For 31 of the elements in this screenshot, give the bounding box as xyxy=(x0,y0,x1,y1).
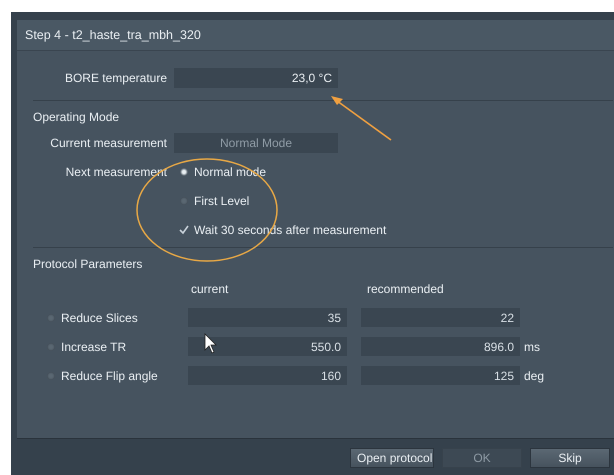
dialog-button[interactable]: Open protocol xyxy=(350,448,434,468)
radio-button[interactable] xyxy=(180,168,188,176)
radio-button[interactable] xyxy=(47,342,55,350)
radio-label[interactable]: Reduce Slices xyxy=(61,310,138,324)
field-label: BORE temperature xyxy=(64,70,168,84)
current-value-field: 35 xyxy=(188,308,347,327)
window-title: Step 4 - t2_haste_tra_mbh_320 xyxy=(25,28,201,42)
mode-field: Normal Mode xyxy=(174,132,338,152)
section-heading: Protocol Parameters xyxy=(33,256,144,273)
section-heading: Operating Mode xyxy=(33,109,120,126)
field-label: Current measurement xyxy=(49,136,168,150)
recommended-value-field: 125 xyxy=(361,366,520,385)
annotation-arrow xyxy=(331,96,392,141)
current-value-field: 160 xyxy=(188,366,347,385)
current-value-field: 550.0 xyxy=(188,337,347,356)
radio-label[interactable]: Increase TR xyxy=(61,340,126,354)
radio-label[interactable]: Reduce Flip angle xyxy=(61,368,158,382)
recommended-value-field: 22 xyxy=(361,308,520,327)
recommended-value-field: 896.0 xyxy=(361,337,520,356)
radio-button[interactable] xyxy=(47,314,55,322)
checkbox[interactable] xyxy=(179,224,189,234)
temperature-field: 23,0 °C xyxy=(174,68,338,88)
dialog-button[interactable]: Skip xyxy=(530,448,610,468)
cursor-icon xyxy=(204,333,217,354)
column-header: current xyxy=(190,282,230,296)
radio-button[interactable] xyxy=(180,196,188,204)
radio-button[interactable] xyxy=(47,372,55,380)
column-header: recommended xyxy=(366,282,445,296)
radio-label[interactable]: First Level xyxy=(194,194,250,208)
unit-label: deg xyxy=(524,368,544,382)
unit-label: ms xyxy=(524,340,540,354)
